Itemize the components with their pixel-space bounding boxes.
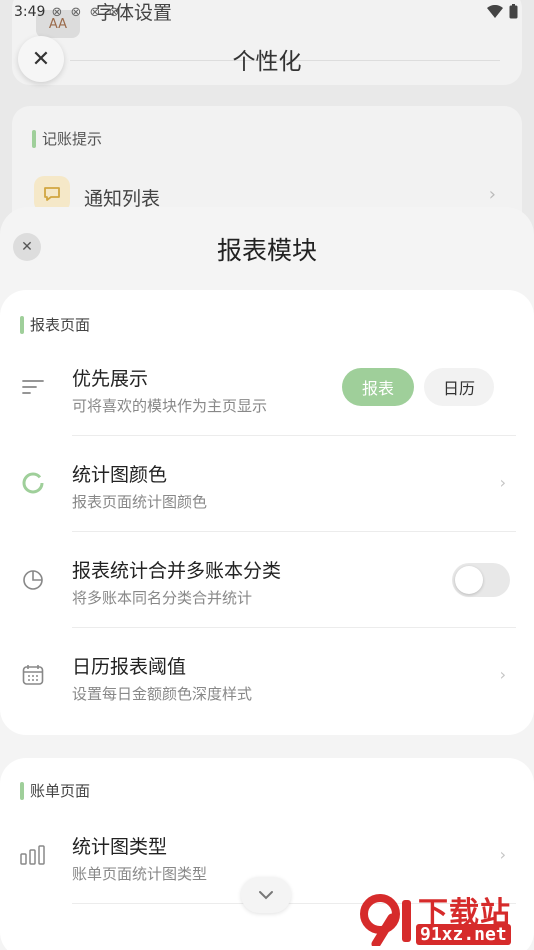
background-page-title: 个性化 xyxy=(232,49,302,75)
calendar-icon xyxy=(20,662,46,688)
toggle-knob xyxy=(455,566,483,594)
bill-section-label: 账单页面 xyxy=(20,780,90,801)
battery-icon xyxy=(509,4,518,19)
wifi-icon xyxy=(487,4,503,18)
sort-lines-icon xyxy=(20,374,46,400)
scroll-down-button[interactable] xyxy=(241,877,291,913)
pie-chart-icon xyxy=(20,566,46,592)
chevron-right-icon: › xyxy=(488,184,496,205)
row-subtitle: 将多账本同名分类合并统计 xyxy=(72,589,253,607)
option-report-button[interactable]: 报表 xyxy=(342,368,414,406)
watermark-url: 91xz.net xyxy=(416,924,511,945)
calendar-threshold-row[interactable]: 日历报表阈值 设置每日金额颜色深度样式 › xyxy=(0,628,534,724)
bar-chart-icon xyxy=(20,842,46,868)
row-subtitle: 报表页面统计图颜色 xyxy=(72,493,208,511)
section-accent-bar xyxy=(20,315,24,334)
notification-icons: ⊗ ⊗ ⊗ ⊗ xyxy=(51,4,122,20)
row-subtitle: 设置每日金额颜色深度样式 xyxy=(72,685,253,703)
close-icon: ✕ xyxy=(31,46,51,72)
row-subtitle: 可将喜欢的模块作为主页显示 xyxy=(72,397,268,415)
reminder-section-label: 记账提示 xyxy=(32,128,102,149)
option-calendar-button[interactable]: 日历 xyxy=(424,368,494,406)
status-bar-left: 3:49 ⊗ ⊗ ⊗ ⊗ xyxy=(14,4,121,20)
row-title: 统计图颜色 xyxy=(72,464,168,486)
chart-color-row[interactable]: 统计图颜色 报表页面统计图颜色 › xyxy=(0,436,534,532)
bill-section-text: 账单页面 xyxy=(30,782,91,800)
report-module-sheet: ✕ 报表模块 报表页面 优先展示 可将喜欢的模块作为主页显示 报表 日历 统计图… xyxy=(0,207,534,950)
row-title: 统计图类型 xyxy=(72,836,168,858)
row-subtitle: 账单页面统计图类型 xyxy=(72,865,208,883)
chevron-down-icon xyxy=(259,891,273,900)
sheet-title: 报表模块 xyxy=(216,236,317,265)
reminder-section-text: 记账提示 xyxy=(42,130,103,148)
merge-ledger-categories-row: 报表统计合并多账本分类 将多账本同名分类合并统计 xyxy=(0,532,534,628)
background-close-button[interactable]: ✕ xyxy=(18,36,64,82)
chevron-right-icon: › xyxy=(499,845,506,864)
report-section-label: 报表页面 xyxy=(20,314,90,335)
row-title: 日历报表阈值 xyxy=(72,656,187,678)
site-watermark: 下载站 91xz.net xyxy=(358,888,530,948)
priority-display-row: 优先展示 可将喜欢的模块作为主页显示 报表 日历 xyxy=(0,340,534,436)
chevron-right-icon: › xyxy=(499,665,506,684)
section-accent-bar xyxy=(20,781,24,800)
chevron-right-icon: › xyxy=(499,473,506,492)
donut-chart-icon xyxy=(20,470,46,496)
report-page-card: 报表页面 优先展示 可将喜欢的模块作为主页显示 报表 日历 统计图颜色 报表页面… xyxy=(0,290,534,735)
status-time: 3:49 xyxy=(14,4,46,20)
merge-categories-toggle[interactable] xyxy=(452,563,510,597)
status-bar-right xyxy=(487,4,518,19)
row-title: 报表统计合并多账本分类 xyxy=(72,560,282,582)
row-title: 优先展示 xyxy=(72,368,149,390)
report-section-text: 报表页面 xyxy=(30,316,91,334)
watermark-logo-icon xyxy=(360,894,411,946)
section-accent-bar xyxy=(32,129,36,148)
